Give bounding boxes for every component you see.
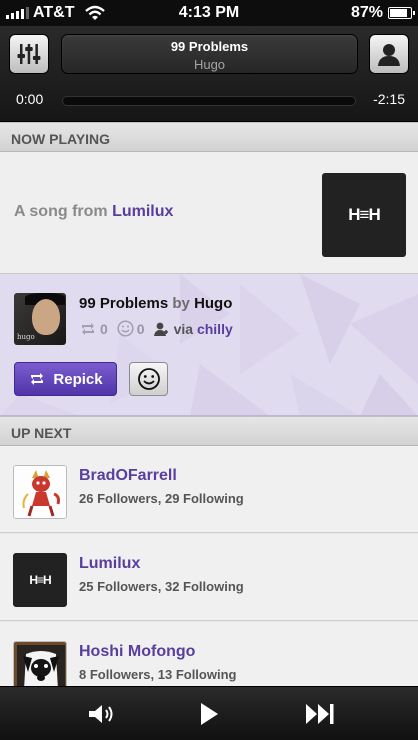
battery-group: 87% — [350, 4, 415, 22]
progress-bar[interactable] — [62, 96, 356, 106]
album-art-caption: hugo — [17, 333, 35, 341]
person-icon — [378, 44, 400, 66]
source-link[interactable]: Lumilux — [112, 203, 173, 220]
battery-percent: 87% — [350, 4, 383, 21]
song-artist[interactable]: Hugo — [194, 295, 232, 312]
user-stats: 26 Followers, 29 Following — [79, 491, 244, 506]
repick-count: 0 — [100, 320, 108, 337]
mixer-button[interactable] — [9, 34, 49, 74]
lumilux-logo: H≡H — [14, 554, 66, 606]
remaining-time: -2:15 — [373, 91, 405, 107]
via-user-link[interactable]: chilly — [197, 321, 233, 337]
via-label: via chilly — [174, 321, 233, 337]
source-logo[interactable]: H≡H — [322, 173, 406, 257]
skip-next-icon — [306, 704, 334, 724]
devil-character-avatar — [14, 466, 66, 518]
smile-button[interactable] — [129, 362, 168, 396]
user-name[interactable]: Lumilux — [79, 555, 140, 573]
profile-button[interactable] — [369, 34, 409, 74]
progress-row: 0:00 -2:15 — [0, 88, 418, 112]
avatar[interactable]: H≡H — [13, 553, 67, 607]
song-meta: 0 0 via chilly — [79, 320, 233, 337]
user-name[interactable]: BradOFarrell — [79, 467, 177, 485]
list-item[interactable]: BradOFarrell 26 Followers, 29 Following — [0, 446, 418, 533]
player-header: 99 Problems Hugo 0:00 -2:15 — [0, 26, 418, 122]
repick-count-icon — [82, 322, 94, 335]
list-item[interactable]: H≡H Lumilux 25 Followers, 32 Following — [0, 534, 418, 621]
repick-button[interactable]: Repick — [14, 362, 117, 396]
source-prefix: A song from — [14, 203, 113, 220]
track-title: 99 Problems — [170, 39, 249, 54]
smiley-icon — [137, 368, 160, 390]
now-playing-track[interactable]: 99 Problems Hugo — [61, 34, 358, 74]
up-next-header: UP NEXT — [0, 416, 418, 446]
repick-label: Repick — [53, 370, 103, 388]
via-text: via — [173, 320, 197, 337]
song-title-line: 99 Problems by Hugo — [79, 295, 232, 312]
avatar[interactable] — [13, 465, 67, 519]
equalizer-icon — [17, 44, 41, 64]
track-artist: Hugo — [193, 57, 226, 72]
play-icon — [201, 703, 218, 725]
battery-icon — [388, 7, 415, 19]
user-add-icon — [153, 322, 168, 336]
like-count: 0 — [136, 320, 145, 337]
album-art[interactable]: hugo — [14, 293, 66, 345]
repick-icon — [31, 373, 44, 385]
speaker-icon — [89, 705, 113, 723]
by-label: by — [168, 295, 195, 312]
song-name: 99 Problems — [79, 295, 169, 312]
source-text: A song from Lumilux — [14, 203, 173, 221]
user-stats: 8 Followers, 13 Following — [79, 667, 237, 682]
elapsed-time: 0:00 — [16, 91, 44, 107]
status-bar: AT&T 4:13 PM 87% — [0, 0, 418, 26]
now-playing-source-row[interactable]: A song from Lumilux H≡H — [0, 152, 418, 274]
playback-controls — [0, 686, 418, 740]
next-button[interactable] — [304, 701, 336, 727]
app-screen: AT&T 4:13 PM 87% 99 Problems Hugo 0:00 -… — [0, 0, 418, 740]
volume-button[interactable] — [86, 701, 118, 727]
current-song-card: hugo 99 Problems by Hugo 0 0 via chilly — [0, 274, 418, 416]
user-name[interactable]: Hoshi Mofongo — [79, 643, 195, 661]
smiley-count-icon — [117, 320, 134, 337]
now-playing-header: NOW PLAYING — [0, 122, 418, 152]
user-stats: 25 Followers, 32 Following — [79, 579, 244, 594]
play-button[interactable] — [193, 701, 225, 727]
